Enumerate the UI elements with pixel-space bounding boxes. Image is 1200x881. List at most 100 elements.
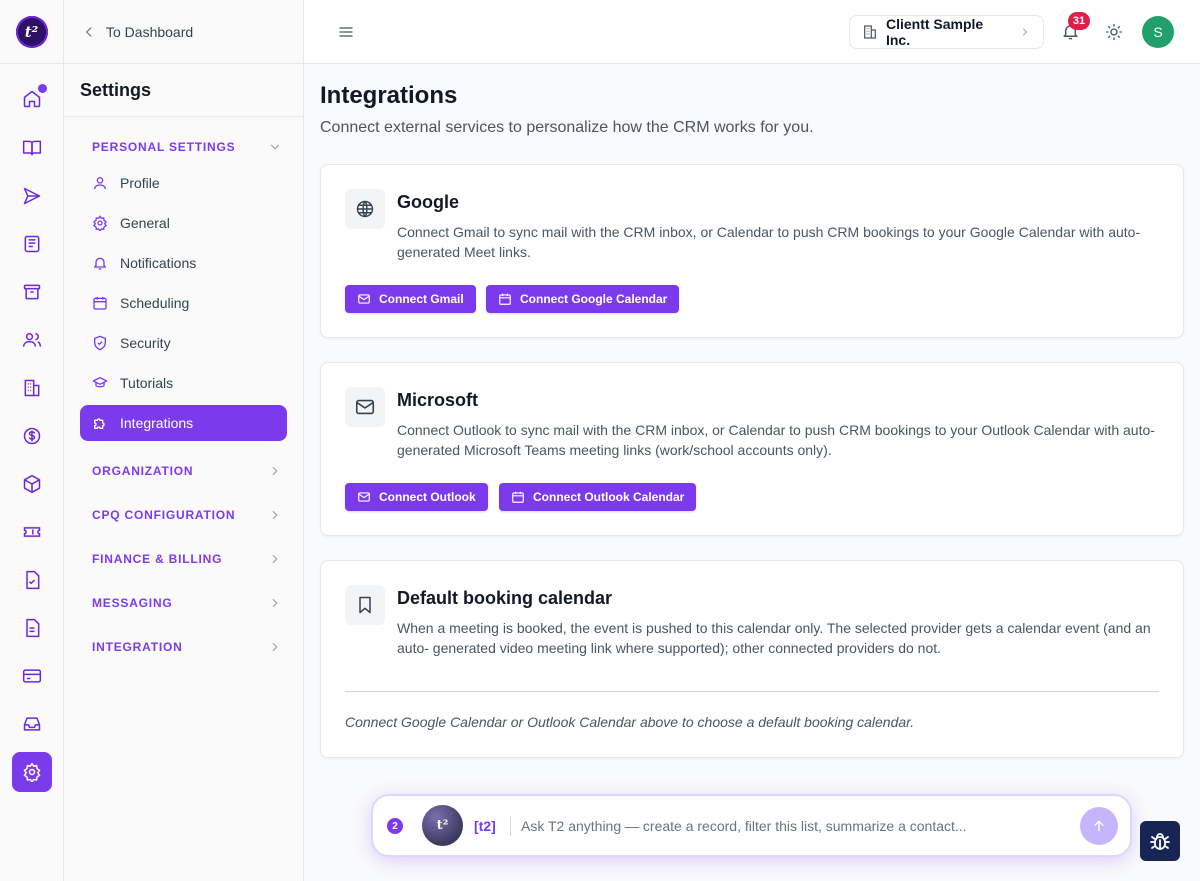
dollar-icon (23, 427, 41, 445)
rail-credit-card[interactable] (12, 656, 52, 696)
sidebar-item-integrations[interactable]: Integrations (80, 405, 287, 441)
mail-icon (358, 294, 370, 304)
users-icon (22, 333, 42, 347)
booking-hint-text: Connect Google Calendar or Outlook Calen… (345, 714, 915, 730)
ticket-icon (23, 527, 41, 537)
connect-google-calendar-button[interactable]: Connect Google Calendar (486, 285, 680, 313)
assistant-count-badge: 2 (387, 818, 403, 834)
card-title: Default booking calendar (397, 588, 613, 608)
section-cpq-configuration[interactable]: CPQ CONFIGURATION (92, 508, 282, 522)
rail-file-check[interactable] (12, 560, 52, 600)
inbox-icon (23, 717, 41, 731)
mail-icon (355, 399, 375, 415)
card-description: Connect Outlook to sync mail with the CR… (397, 422, 1155, 458)
settings-icon (23, 762, 41, 782)
bell-icon (94, 257, 106, 270)
google-card-icon (345, 189, 385, 229)
puzzle-icon (94, 418, 105, 429)
rail-dollar[interactable] (12, 416, 52, 456)
back-label: To Dashboard (106, 23, 194, 40)
rail-newspaper[interactable] (12, 224, 52, 264)
microsoft-card-icon (345, 387, 385, 427)
calendar-icon (93, 297, 107, 310)
organization-switcher[interactable]: Clientt Sample Inc. (849, 15, 1044, 49)
user-avatar[interactable]: S (1142, 16, 1174, 48)
assistant-bar: 2 t² [t2] (371, 794, 1132, 857)
arrow-up-icon (1094, 820, 1104, 832)
sidebar-item-label: Profile (120, 175, 160, 191)
section-label: FINANCE & BILLING (92, 552, 223, 566)
connect-outlook-calendar-button[interactable]: Connect Outlook Calendar (499, 483, 697, 511)
chevron-right-icon (272, 642, 278, 652)
calendar-icon (499, 293, 511, 305)
graduation-cap-icon (92, 377, 108, 388)
notification-count-badge: 31 (1068, 12, 1090, 30)
assistant-tag: [t2] (474, 818, 496, 834)
microsoft-integration-card: Microsoft Connect Outlook to sync mail w… (320, 362, 1184, 536)
organization-name: Clientt Sample Inc. (885, 16, 984, 48)
section-messaging[interactable]: MESSAGING (92, 596, 282, 610)
back-to-dashboard-link[interactable]: To Dashboard (64, 0, 303, 64)
rail-archive[interactable] (12, 272, 52, 312)
building-icon (24, 379, 40, 397)
sidebar-item-scheduling[interactable]: Scheduling (80, 285, 287, 321)
chevron-right-icon (272, 554, 278, 564)
assistant-input[interactable] (521, 814, 1071, 838)
sidebar-item-label: Integrations (120, 415, 194, 431)
credit-card-icon (22, 669, 42, 683)
bug-report-button[interactable] (1140, 821, 1180, 861)
rail-users[interactable] (12, 320, 52, 360)
section-label: ORGANIZATION (92, 464, 194, 478)
menu-toggle-button[interactable] (338, 24, 354, 40)
book-icon (22, 140, 42, 156)
section-integration[interactable]: INTEGRATION (92, 640, 282, 654)
sidebar-item-label: Security (120, 335, 171, 351)
building-icon (864, 25, 876, 39)
divider (510, 816, 511, 836)
rail-inbox[interactable] (12, 704, 52, 744)
card-description: Connect Gmail to sync mail with the CRM … (397, 224, 1141, 260)
gear-icon (93, 215, 107, 231)
settings-sidebar: To Dashboard Settings PERSONAL SETTINGS … (64, 0, 304, 881)
chevron-left-icon (85, 26, 92, 37)
section-label: INTEGRATION (92, 640, 183, 654)
rail-file-text[interactable] (12, 608, 52, 648)
button-label: Connect Outlook Calendar (533, 490, 685, 504)
section-organization[interactable]: ORGANIZATION (92, 464, 282, 478)
divider (345, 691, 1159, 692)
rail-book[interactable] (12, 128, 52, 168)
button-label: Connect Google Calendar (520, 292, 668, 306)
sidebar-item-profile[interactable]: Profile (80, 165, 287, 201)
section-personal-settings[interactable]: PERSONAL SETTINGS (92, 140, 282, 154)
chevron-right-icon (272, 510, 278, 520)
rail-settings[interactable] (12, 752, 52, 792)
page-title: Integrations (320, 82, 458, 109)
button-label: Connect Gmail (379, 292, 464, 306)
send-button[interactable] (1080, 807, 1118, 845)
chevron-down-icon (270, 144, 280, 150)
section-label: PERSONAL SETTINGS (92, 140, 236, 154)
card-description: When a meeting is booked, the event is p… (397, 620, 1151, 656)
top-bar: Clientt Sample Inc. 31 S (304, 0, 1200, 64)
mail-icon (358, 492, 370, 502)
sidebar-item-security[interactable]: Security (80, 325, 287, 361)
card-title: Microsoft (397, 390, 478, 410)
file-check-icon (26, 570, 40, 590)
sidebar-item-tutorials[interactable]: Tutorials (80, 365, 287, 401)
app-logo[interactable]: t² (15, 15, 48, 48)
rail-ticket[interactable] (12, 512, 52, 552)
connect-outlook-button[interactable]: Connect Outlook (345, 483, 488, 511)
bug-icon (1150, 833, 1170, 850)
send-icon (23, 187, 41, 205)
rail-building[interactable] (12, 368, 52, 408)
connect-gmail-button[interactable]: Connect Gmail (345, 285, 476, 313)
rail-box[interactable] (12, 464, 52, 504)
section-finance-billing[interactable]: FINANCE & BILLING (92, 552, 282, 566)
sidebar-item-general[interactable]: General (80, 205, 287, 241)
globe-icon (356, 200, 374, 218)
rail-send[interactable] (12, 176, 52, 216)
box-icon (23, 474, 41, 494)
sidebar-item-notifications[interactable]: Notifications (80, 245, 287, 281)
rail-home[interactable] (12, 79, 52, 119)
theme-toggle-button[interactable] (1105, 23, 1123, 41)
